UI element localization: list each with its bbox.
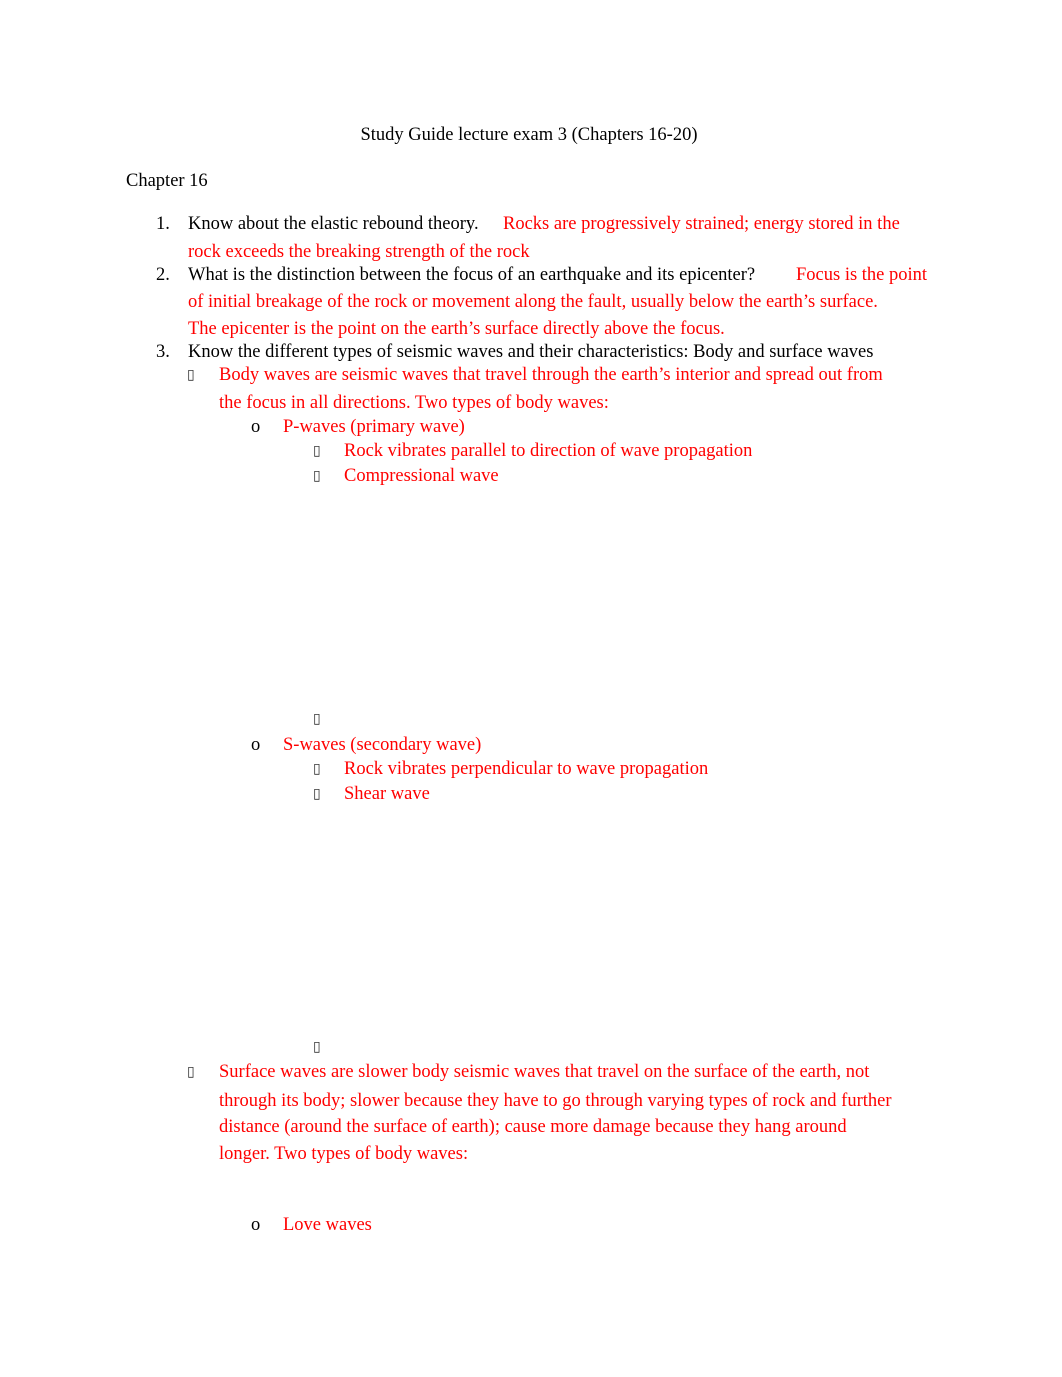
bullet-line: distance (around the surface of earth); … [219,1117,847,1137]
bullet-glyph-icon: ▯ [187,1065,195,1080]
bullet-line: through its body; slower because they ha… [219,1091,892,1111]
question-text: What is the distinction between the focu… [188,265,756,285]
point-glyph-icon: ▯ [313,787,321,802]
question-number: 3. [156,342,170,362]
point-glyph-icon: ▯ [313,762,321,777]
question-number: 1. [156,214,170,234]
bullet-line: longer. Two types of body waves: [219,1144,469,1164]
answer-line: Focus is the point [796,265,928,285]
sub-item-label: Love waves [283,1215,372,1235]
chapter-heading: Chapter 16 [126,171,208,191]
point-glyph-icon: ▯ [313,712,321,727]
point-glyph-icon: ▯ [313,444,321,459]
point-glyph-icon: ▯ [313,469,321,484]
bullet-glyph-icon: ▯ [187,368,195,383]
answer-line: The epicenter is the point on the earth’… [188,319,725,339]
bullet-line: Body waves are seismic waves that travel… [219,365,883,385]
sub-marker: o [251,417,261,437]
answer-line: Rocks are progressively strained; energy… [503,214,900,234]
sub-marker: o [251,735,261,755]
answer-line: of initial breakage of the rock or movem… [188,292,878,312]
sub-item-label: P-waves (primary wave) [283,417,465,437]
point-text: Compressional wave [344,466,499,486]
question-text: Know the different types of seismic wave… [188,342,874,362]
sub-marker: o [251,1215,261,1235]
document-title: Study Guide lecture exam 3 (Chapters 16-… [360,125,698,145]
point-text: Shear wave [344,784,430,804]
answer-line: rock exceeds the breaking strength of th… [188,242,530,262]
question-number: 2. [156,265,170,285]
question-text: Know about the elastic rebound theory. [188,214,479,234]
point-text: Rock vibrates perpendicular to wave prop… [344,759,709,779]
bullet-line: the focus in all directions. Two types o… [219,393,609,413]
point-glyph-icon: ▯ [313,1040,321,1055]
sub-item-label: S-waves (secondary wave) [283,735,482,755]
bullet-line: Surface waves are slower body seismic wa… [219,1062,870,1082]
point-text: Rock vibrates parallel to direction of w… [344,441,753,461]
